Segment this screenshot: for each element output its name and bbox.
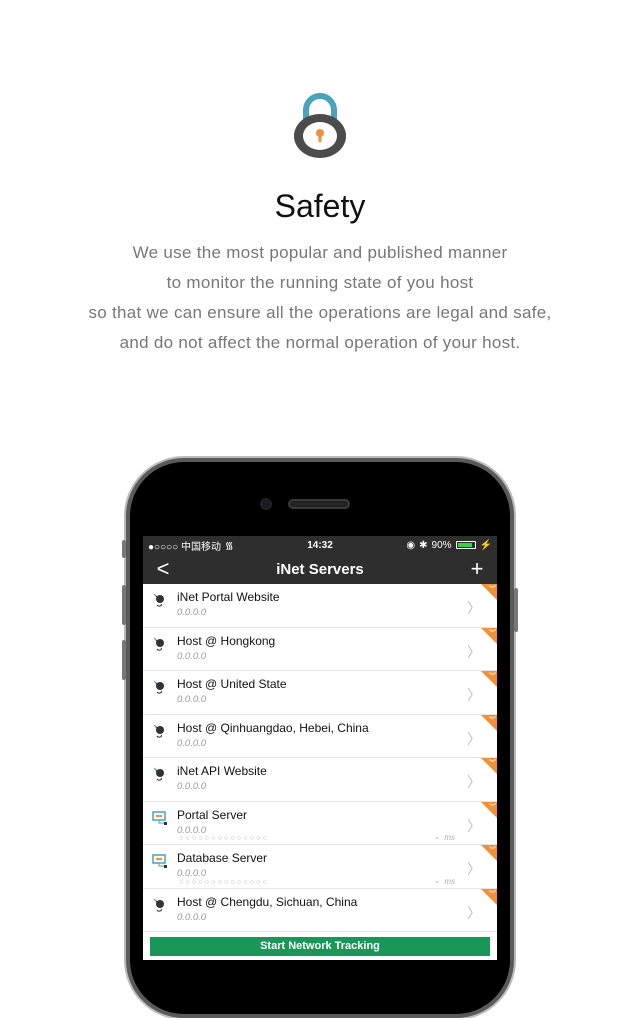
ping-dots: ○○○○○○○○○○○○○○ [179, 878, 269, 886]
speaker [288, 499, 350, 509]
server-icon [152, 810, 168, 826]
server-ip: 0.0.0.0 [177, 737, 207, 749]
add-button[interactable]: + [467, 556, 487, 582]
start-tracking-button[interactable]: Start Network Tracking [150, 937, 490, 956]
server-row[interactable]: Host @ Hongkong 0.0.0.0 〉 ︾ [143, 627, 497, 671]
server-row[interactable]: Portal Server 0.0.0.0 〉 ︾ ○○○○○○○○○○○○○○ -… [143, 801, 497, 845]
desc-line: We use the most popular and published ma… [132, 243, 508, 262]
mute-switch [122, 540, 126, 558]
nav-bar: < iNet Servers + [143, 554, 497, 584]
status-bar: ●○○○○ 中国移动 ᯾ 14:32 ◉ ✱ 90% ⚡ [143, 536, 497, 554]
volume-down [122, 640, 126, 680]
app-screen: ●○○○○ 中国移动 ᯾ 14:32 ◉ ✱ 90% ⚡ < iNet Serv… [143, 536, 497, 960]
collapse-corner-icon[interactable]: ︾ [481, 671, 497, 687]
collapse-corner-icon[interactable]: ︾ [481, 714, 497, 731]
host-icon [152, 592, 168, 608]
server-row[interactable]: Database Server 0.0.0.0 〉 ︾ ○○○○○○○○○○○○○… [143, 845, 497, 889]
volume-up [122, 585, 126, 625]
collapse-corner-icon[interactable]: ︾ [481, 627, 497, 644]
host-icon [152, 766, 168, 782]
host-icon [152, 679, 168, 695]
nav-title: iNet Servers [276, 560, 364, 578]
camera [260, 498, 272, 510]
server-name: Host @ Qinhuangdao, Hebei, China [177, 720, 369, 735]
server-row[interactable]: Host @ Qinhuangdao, Hebei, China 0.0.0.0… [143, 714, 497, 758]
server-ip: 0.0.0.0 [177, 781, 207, 792]
collapse-corner-icon[interactable]: ︾ [481, 888, 497, 905]
latency-value: - [435, 833, 439, 842]
server-row[interactable]: Host @ United State 0.0.0.0 〉 ︾ [143, 671, 497, 715]
chevron-right-icon: 〉 [467, 861, 481, 877]
host-icon [152, 723, 168, 739]
latency: - ms [436, 877, 455, 886]
collapse-corner-icon[interactable]: ︾ [481, 584, 497, 600]
padlock-icon [294, 93, 346, 158]
description: We use the most popular and published ma… [0, 238, 640, 358]
collapse-corner-icon[interactable]: ︾ [481, 758, 497, 774]
desc-line: to monitor the running state of you host [166, 273, 474, 292]
desc-line: so that we can ensure all the operations… [88, 303, 552, 322]
chevron-right-icon: 〉 [467, 904, 481, 921]
server-icon [152, 853, 168, 869]
collapse-corner-icon[interactable]: ︾ [481, 845, 497, 861]
chevron-right-icon: 〉 [467, 774, 481, 790]
latency-unit: ms [444, 876, 455, 886]
chevron-right-icon: 〉 [467, 730, 481, 747]
server-name: Database Server [177, 851, 268, 865]
back-button[interactable]: < [153, 556, 173, 582]
host-icon [152, 636, 168, 652]
chevron-right-icon: 〉 [467, 817, 481, 834]
server-ip: 0.0.0.0 [177, 911, 207, 923]
server-row[interactable]: Host @ Chengdu, Sichuan, China 0.0.0.0 〉… [143, 888, 497, 932]
clock: 14:32 [307, 539, 333, 551]
chevron-right-icon: 〉 [467, 687, 481, 703]
latency-value: - [435, 876, 439, 886]
collapse-corner-icon[interactable]: ︾ [481, 801, 497, 818]
server-name: iNet API Website [177, 764, 267, 778]
page-title: Safety [274, 188, 366, 224]
chevron-right-icon: 〉 [467, 600, 481, 616]
server-name: iNet Portal Website [177, 590, 280, 604]
server-name: Host @ Chengdu, Sichuan, China [177, 894, 358, 909]
latency: - ms [436, 833, 455, 842]
server-name: Host @ United State [177, 677, 287, 691]
desc-line: and do not affect the normal operation o… [119, 333, 521, 352]
server-ip: 0.0.0.0 [177, 607, 207, 618]
server-list: iNet Portal Website 0.0.0.0 〉 ︾ Host @ H… [143, 584, 497, 932]
server-name: Portal Server [177, 807, 248, 822]
ping-dots: ○○○○○○○○○○○○○○ [179, 835, 269, 842]
host-icon [152, 897, 168, 913]
server-ip: 0.0.0.0 [177, 650, 207, 662]
server-row[interactable]: iNet API Website 0.0.0.0 〉 ︾ [143, 758, 497, 802]
server-ip: 0.0.0.0 [177, 694, 207, 705]
latency-unit: ms [444, 833, 455, 842]
power-button [514, 588, 518, 632]
chevron-right-icon: 〉 [467, 643, 481, 660]
server-name: Host @ Hongkong [177, 633, 276, 648]
server-row[interactable]: iNet Portal Website 0.0.0.0 〉 ︾ [143, 584, 497, 628]
